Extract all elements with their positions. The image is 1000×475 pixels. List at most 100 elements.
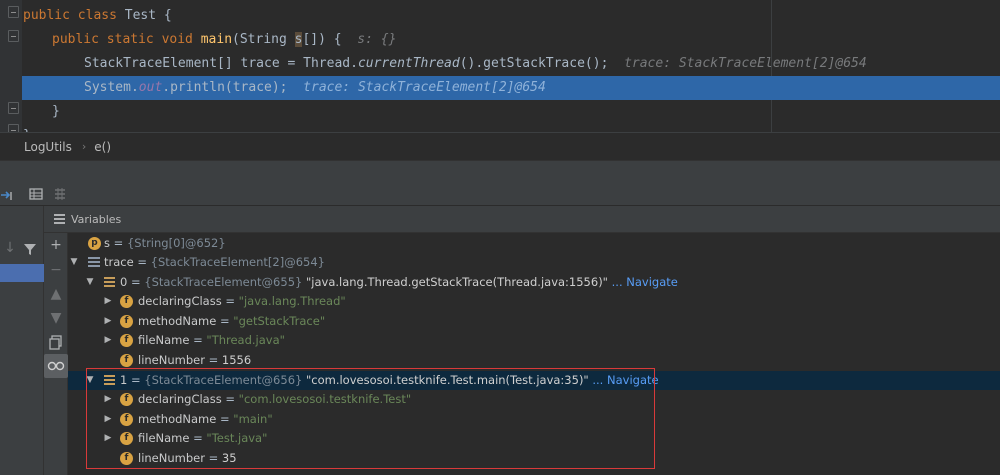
code-text: .println(trace); [162, 80, 288, 95]
watches-toggle-button[interactable] [44, 354, 68, 378]
tree-row[interactable]: p s = {String[0]@652} [68, 234, 1000, 253]
variables-tree[interactable]: p s = {String[0]@652} ▼ trace = {StackTr… [68, 233, 1000, 475]
code-text: System. [84, 80, 139, 95]
arrow-up-icon[interactable]: ▲ [48, 286, 64, 302]
object-icon [104, 375, 115, 386]
variable-value: {String[0]@652} [126, 236, 226, 250]
filter-icon[interactable] [22, 241, 38, 257]
navigate-link[interactable]: ... Navigate [608, 275, 678, 289]
field-icon: f [120, 452, 133, 465]
variable-value: "com.lovesosoi.testknife.Test" [238, 392, 412, 406]
variable-text: 1 = {StackTraceElement@656} "com.lovesos… [120, 371, 659, 390]
tree-row[interactable]: ▶ f declaringClass = "java.lang.Thread" [68, 292, 1000, 311]
breadcrumb-method[interactable]: e() [94, 140, 111, 154]
editor-gutter[interactable] [0, 0, 22, 132]
equals: = [189, 431, 207, 445]
array-icon [88, 257, 100, 268]
navigate-link[interactable]: ... Navigate [589, 373, 658, 387]
variable-name: lineNumber [138, 451, 205, 465]
field-icon: f [120, 315, 133, 328]
variable-text: methodName = "getStackTrace" [138, 312, 325, 331]
field-icon: f [120, 334, 133, 347]
fold-icon[interactable] [8, 6, 19, 18]
tree-row[interactable]: ▼ trace = {StackTraceElement[2]@654} [68, 253, 1000, 272]
variable-text: trace = {StackTraceElement[2]@654} [104, 253, 325, 272]
variables-toolbar: + − ▲ ▼ [44, 206, 68, 475]
expand-right-icon[interactable]: ▶ [102, 410, 114, 429]
breadcrumb: LogUtils › e() [0, 132, 1000, 160]
arrow-down-icon[interactable]: ▼ [48, 310, 64, 326]
field-icon: f [120, 295, 133, 308]
code-line-6[interactable]: } [22, 124, 1000, 132]
variable-name: declaringClass [138, 294, 222, 308]
italic-method: currentThread [357, 56, 460, 71]
expand-right-icon[interactable]: ▶ [102, 292, 114, 311]
code-line-5[interactable]: } [22, 100, 1000, 124]
variable-text: 0 = {StackTraceElement@655} "java.lang.T… [120, 273, 678, 292]
tree-row[interactable]: f lineNumber = 1556 [68, 351, 1000, 370]
expand-right-icon[interactable]: ▶ [102, 312, 114, 331]
tree-row[interactable]: f lineNumber = 35 [68, 449, 1000, 468]
tree-row[interactable]: ▶ f methodName = "main" [68, 410, 1000, 429]
equals: = [189, 333, 207, 347]
code-line-2[interactable]: public static void main(String s[]) { s:… [22, 28, 1000, 52]
expand-right-icon[interactable]: ▶ [102, 429, 114, 448]
expand-down-icon[interactable]: ▼ [68, 253, 80, 272]
table-icon[interactable] [28, 186, 44, 202]
fold-icon[interactable] [8, 30, 19, 42]
expand-right-icon[interactable]: ▶ [102, 390, 114, 409]
code-text: []) { [302, 32, 342, 47]
variables-title: Variables [71, 212, 122, 226]
variables-icon [54, 213, 65, 225]
field-icon: f [120, 413, 133, 426]
settings-icon[interactable] [52, 186, 68, 202]
equals: = [110, 236, 127, 250]
variable-name: fileName [138, 333, 190, 347]
tree-row[interactable]: ▶ f declaringClass = "com.lovesosoi.test… [68, 390, 1000, 409]
equals: = [216, 314, 234, 328]
frames-toolbar: ↓ [0, 206, 44, 475]
plus-icon[interactable]: + [48, 237, 64, 253]
variable-text: fileName = "Test.java" [138, 429, 267, 448]
equals: = [221, 294, 239, 308]
variable-value: {StackTraceElement[2]@654} [150, 255, 325, 269]
variable-value: "java.lang.Thread" [238, 294, 346, 308]
code-editor[interactable]: public class Test { public static void m… [0, 0, 1000, 132]
arrow-down-icon[interactable]: ↓ [2, 240, 18, 256]
code-text: Test { [124, 8, 172, 23]
tree-row[interactable]: ▼ 0 = {StackTraceElement@655} "java.lang… [68, 273, 1000, 292]
variable-name: fileName [138, 431, 190, 445]
fold-icon[interactable] [8, 124, 19, 132]
equals: = [221, 392, 239, 406]
tree-row[interactable]: ▶ f fileName = "Test.java" [68, 429, 1000, 448]
inline-debug-value: trace: StackTraceElement[2]@654 [624, 56, 867, 71]
expand-right-icon[interactable]: ▶ [102, 331, 114, 350]
expand-down-icon[interactable]: ▼ [84, 273, 96, 292]
breadcrumb-class[interactable]: LogUtils [0, 140, 72, 154]
selected-frame[interactable] [0, 264, 44, 282]
field-icon: f [120, 432, 133, 445]
variable-name: lineNumber [138, 353, 205, 367]
code-line-4-execution-point[interactable]: System.out.println(trace); trace: StackT… [22, 76, 1000, 100]
step-icon[interactable] [0, 186, 16, 202]
variable-type: {StackTraceElement@655} [144, 275, 306, 289]
object-icon [104, 277, 115, 288]
code-line-3[interactable]: StackTraceElement[] trace = Thread.curre… [22, 52, 1000, 76]
breadcrumb-separator: › [81, 140, 87, 153]
keyword: public static void [52, 32, 201, 47]
tree-row[interactable]: ▶ f methodName = "getStackTrace" [68, 312, 1000, 331]
equals: = [204, 353, 222, 367]
code-line-1[interactable]: public class Test { [22, 4, 1000, 28]
tree-row-selected[interactable]: ▼ 1 = {StackTraceElement@656} "com.loves… [68, 371, 1000, 390]
copy-icon[interactable] [48, 334, 64, 350]
variable-name: trace [104, 255, 134, 269]
expand-down-icon[interactable]: ▼ [84, 371, 96, 390]
variable-text: s = {String[0]@652} [104, 234, 226, 253]
fold-icon[interactable] [8, 102, 19, 114]
variable-value: "getStackTrace" [233, 314, 326, 328]
field-icon: f [120, 393, 133, 406]
tree-row[interactable]: ▶ f fileName = "Thread.java" [68, 331, 1000, 350]
minus-icon[interactable]: − [48, 262, 64, 278]
variables-header: Variables [44, 206, 1000, 233]
variable-type: {StackTraceElement@656} [144, 373, 306, 387]
